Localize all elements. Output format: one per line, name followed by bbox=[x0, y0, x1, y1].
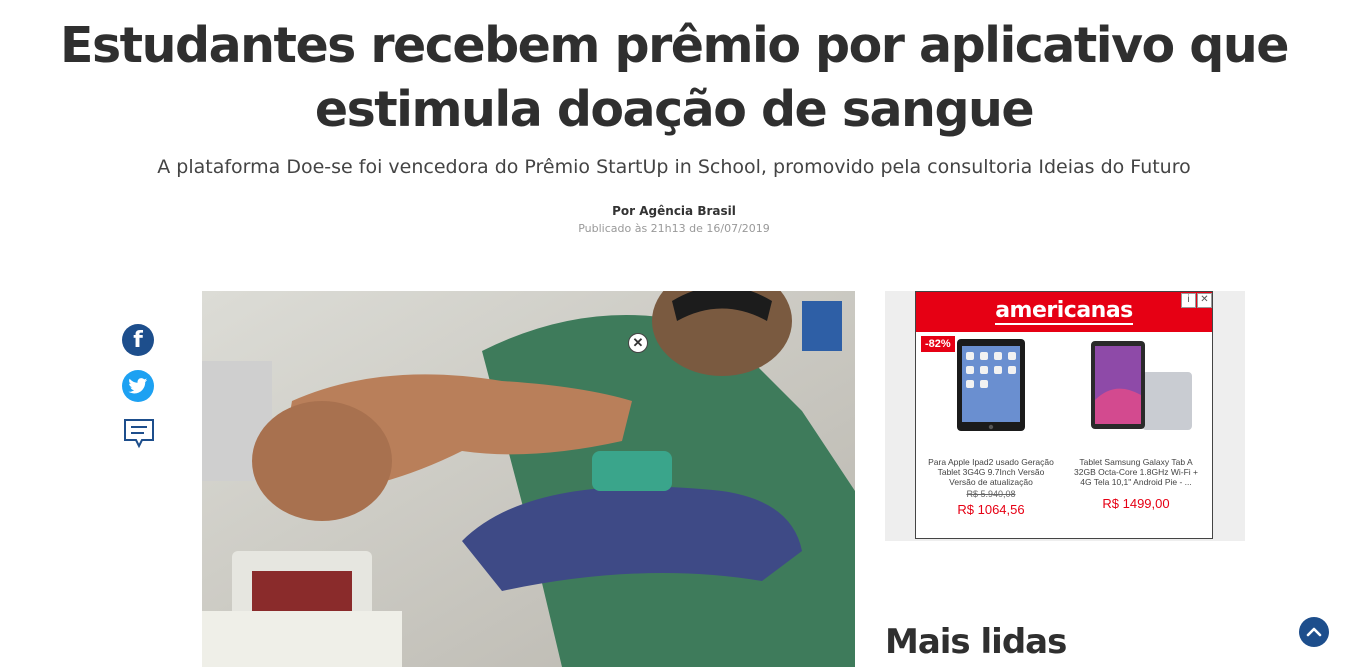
comment-icon[interactable] bbox=[122, 416, 156, 450]
discount-badge: -82% bbox=[921, 336, 955, 352]
product-old-price-1: R$ 5.940,08 bbox=[966, 489, 1016, 499]
product-price-2[interactable]: R$ 1499,00 bbox=[1071, 496, 1201, 511]
share-bar: f bbox=[122, 324, 156, 455]
article-subtitle: A plataforma Doe-se foi vencedora do Prê… bbox=[157, 156, 1191, 178]
americanas-ad[interactable]: americanas i ✕ -82% Para Apple Ipad2 usa… bbox=[915, 291, 1213, 539]
advertisement-container: americanas i ✕ -82% Para Apple Ipad2 usa… bbox=[885, 291, 1245, 541]
ipad-product-image[interactable] bbox=[956, 338, 1026, 432]
photo-overlay-close-button[interactable]: ✕ bbox=[628, 333, 648, 353]
ad-brand-name: americanas bbox=[995, 298, 1133, 325]
facebook-icon[interactable]: f bbox=[122, 324, 154, 356]
ad-close-icon[interactable]: ✕ bbox=[1197, 293, 1212, 308]
product-price-1[interactable]: R$ 1064,56 bbox=[926, 502, 1056, 517]
article-photo bbox=[202, 291, 855, 667]
galaxy-tab-product-image[interactable] bbox=[1090, 340, 1194, 432]
chevron-up-icon bbox=[1306, 627, 1322, 637]
article-title: Estudantes recebem prêmio por aplicativo… bbox=[60, 17, 1289, 138]
twitter-icon[interactable] bbox=[122, 370, 154, 402]
blood-donation-photo bbox=[202, 291, 855, 667]
product-name-2[interactable]: Tablet Samsung Galaxy Tab A 32GB Octa-Co… bbox=[1071, 457, 1201, 487]
twitter-bird-shape bbox=[128, 378, 148, 394]
article-byline[interactable]: Por Agência Brasil bbox=[0, 204, 1348, 218]
ad-brand-header[interactable]: americanas bbox=[916, 292, 1212, 332]
facebook-glyph: f bbox=[133, 327, 143, 353]
close-icon: ✕ bbox=[632, 335, 644, 350]
article-published-date: Publicado às 21h13 de 16/07/2019 bbox=[578, 222, 770, 235]
ad-info-icon[interactable]: i bbox=[1181, 293, 1196, 308]
most-read-heading: Mais lidas bbox=[885, 622, 1067, 662]
product-name-1[interactable]: Para Apple Ipad2 usado Geração Tablet 3G… bbox=[926, 457, 1056, 487]
back-to-top-button[interactable] bbox=[1299, 617, 1329, 647]
